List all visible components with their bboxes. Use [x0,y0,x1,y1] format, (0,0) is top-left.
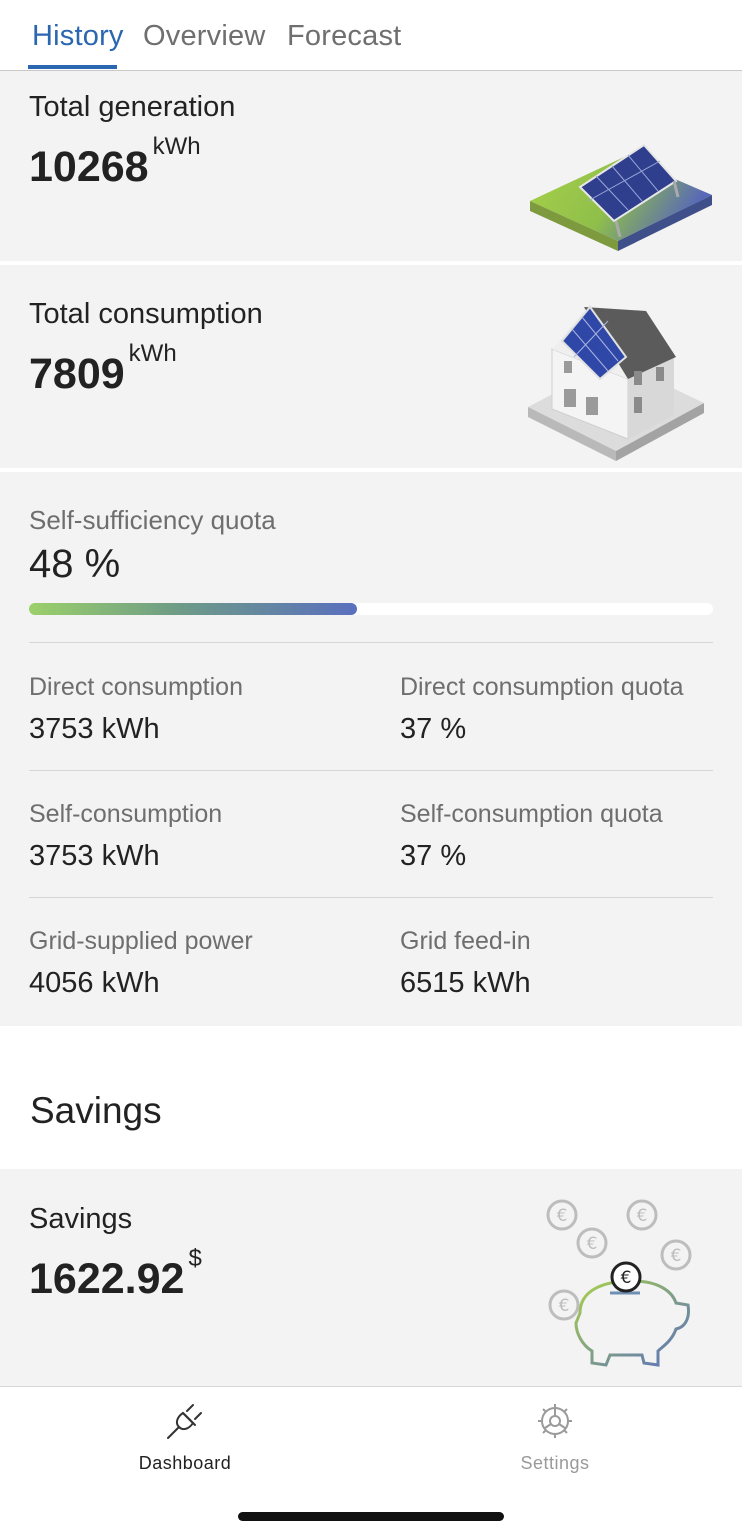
svg-text:€: € [557,1206,568,1226]
self-consumption-quota-label: Self-consumption quota [400,800,663,828]
tab-overview[interactable]: Overview [143,20,265,53]
svg-text:€: € [559,1296,570,1316]
tab-bar: History Overview Forecast [0,0,742,71]
self-consumption-quota-value: 37 % [400,840,467,872]
consumption-number: 7809 [29,350,125,398]
grid-feed-in-value: 6515 kWh [400,967,531,999]
savings-card[interactable]: Savings 1622.92 $ € € € € € € [0,1169,742,1386]
svg-text:€: € [587,1234,598,1254]
home-indicator [238,1512,504,1521]
nav-settings-label: Settings [520,1453,590,1473]
tab-forecast[interactable]: Forecast [287,20,401,53]
grid-supplied-label: Grid-supplied power [29,927,253,955]
nav-dashboard[interactable]: Dashboard [85,1387,285,1487]
consumption-unit: kWh [128,340,177,367]
consumption-card[interactable]: Total consumption 7809 kWh [0,265,742,468]
svg-text:€: € [671,1246,682,1266]
generation-card[interactable]: Total generation 10268 kWh [0,71,742,261]
self-sufficiency-value: 48 % [29,542,121,586]
savings-value: 1622.92 $ [29,1245,202,1304]
direct-consumption-quota-label: Direct consumption quota [400,673,684,701]
piggy-bank-icon: € € € € € € [546,1199,692,1367]
divider [29,642,713,643]
consumption-value: 7809 kWh [29,340,177,399]
savings-section-header: Savings [30,1090,162,1131]
generation-unit: kWh [152,133,201,160]
self-sufficiency-progress [29,603,713,615]
svg-text:€: € [637,1206,648,1226]
direct-consumption-label: Direct consumption [29,673,243,701]
svg-text:€: € [621,1268,632,1288]
active-tab-indicator [28,65,117,69]
self-consumption-label: Self-consumption [29,800,223,828]
nav-settings[interactable]: Settings [455,1387,655,1487]
grid-feed-in-label: Grid feed-in [400,927,531,955]
direct-consumption-quota-value: 37 % [400,713,467,745]
gear-icon [538,1404,572,1438]
direct-consumption-value: 3753 kWh [29,713,160,745]
progress-fill [29,603,358,615]
savings-title: Savings [29,1203,133,1235]
self-sufficiency-label: Self-sufficiency quota [29,505,276,535]
generation-number: 10268 [29,143,149,191]
tab-history[interactable]: History [32,20,124,53]
generation-value: 10268 kWh [29,133,201,192]
divider [29,897,713,898]
solar-panel-icon [530,143,712,251]
generation-title: Total generation [29,91,236,123]
nav-dashboard-label: Dashboard [138,1453,232,1473]
house-icon [528,303,704,461]
consumption-title: Total consumption [29,298,263,330]
divider [29,770,713,771]
plug-icon [167,1404,202,1439]
grid-supplied-value: 4056 kWh [29,967,160,999]
savings-number: 1622.92 [29,1255,185,1303]
savings-unit: $ [188,1245,202,1272]
self-consumption-value: 3753 kWh [29,840,160,872]
